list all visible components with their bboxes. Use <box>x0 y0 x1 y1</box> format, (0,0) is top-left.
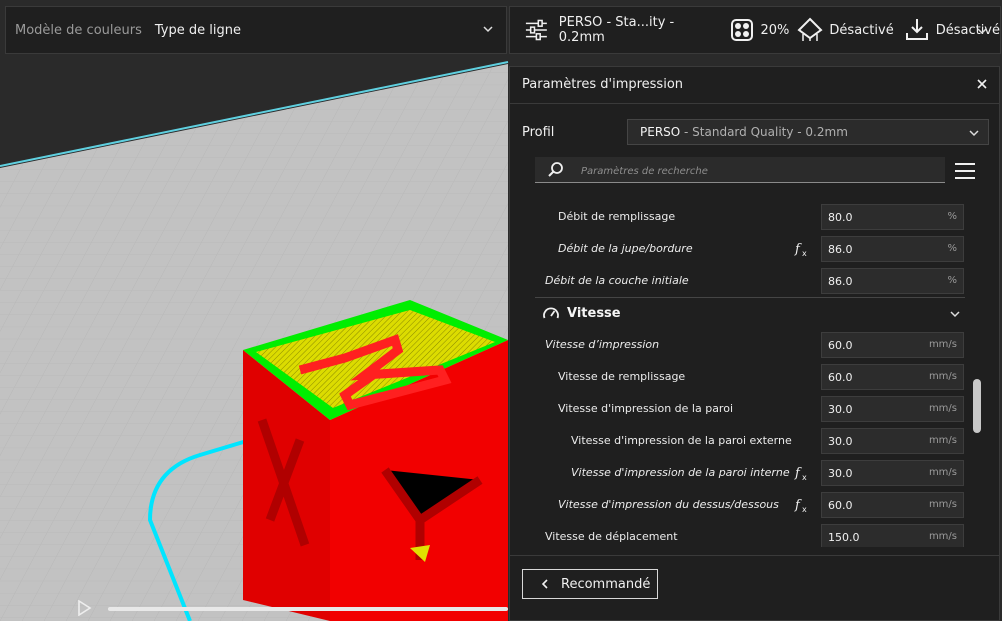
setting-value-field[interactable]: 86.0% <box>821 268 964 294</box>
layer-slider[interactable] <box>108 607 508 611</box>
section-title: Vitesse <box>567 306 621 321</box>
setting-unit: % <box>947 243 957 254</box>
setting-value-field[interactable]: 86.0% <box>821 236 964 262</box>
setting-row[interactable]: Vitesse d'impression de la paroi externe… <box>510 425 980 457</box>
setting-value-field[interactable]: 30.0 mm/s <box>821 396 964 422</box>
setting-row[interactable]: Débit de la jupe/bordure f x 86.0% <box>510 233 980 265</box>
setting-row[interactable]: Débit de la couche initiale 86.0% <box>510 265 980 297</box>
profile-summary[interactable]: PERSO - Sta...ity - 0.2mm <box>559 15 717 45</box>
search-input[interactable] <box>579 160 933 182</box>
setting-value: 30.0 <box>828 467 853 480</box>
setting-value: 60.0 <box>828 499 853 512</box>
play-icon[interactable] <box>76 600 92 616</box>
settings-scrollbar[interactable] <box>973 379 981 433</box>
svg-text:x: x <box>802 505 807 514</box>
setting-name: Vitesse d’impression <box>545 338 660 351</box>
profile-quality: - Standard Quality - 0.2mm <box>680 125 848 139</box>
panel-header-divider <box>510 103 999 104</box>
chevron-down-icon[interactable] <box>976 25 988 37</box>
setting-value-field[interactable]: 150.0 mm/s <box>821 524 964 547</box>
chevron-down-icon <box>950 311 960 318</box>
setting-value-field[interactable]: 60.0 mm/s <box>821 332 964 358</box>
color-scheme-bar[interactable]: Modèle de couleurs Type de ligne <box>5 6 507 54</box>
infill-icon <box>730 19 753 41</box>
function-icon[interactable]: fx <box>794 496 810 514</box>
function-icon[interactable]: fx <box>794 240 810 258</box>
speedometer-icon <box>543 307 559 319</box>
svg-text:x: x <box>802 249 807 258</box>
setting-unit: mm/s <box>928 403 957 414</box>
setting-unit: mm/s <box>928 339 957 350</box>
setting-name: Vitesse d'impression de la paroi externe <box>571 434 792 447</box>
recommended-button[interactable]: Recommandé <box>522 569 658 599</box>
recommended-label: Recommandé <box>561 576 651 592</box>
setting-row[interactable]: Vitesse d'impression du dessus/dessous f x… <box>510 489 980 521</box>
setting-unit: mm/s <box>928 499 957 510</box>
setting-unit: mm/s <box>928 371 957 382</box>
setting-name: Vitesse d'impression de la paroi <box>558 402 734 415</box>
setting-name: Débit de remplissage <box>558 210 676 223</box>
sliders-icon <box>525 19 547 41</box>
settings-menu-icon[interactable] <box>954 161 976 181</box>
setting-unit: % <box>947 275 957 286</box>
section-speed[interactable]: Vitesse <box>535 297 965 330</box>
svg-text:f: f <box>794 466 802 481</box>
setting-row[interactable]: Vitesse d'impression de la paroi 30.0 mm/s <box>510 393 980 425</box>
setting-row[interactable]: Vitesse de déplacement 150.0 mm/s <box>510 521 980 547</box>
setting-value-field[interactable]: 30.0 mm/s <box>821 428 964 454</box>
setting-value-field[interactable]: 60.0 mm/s <box>821 492 964 518</box>
panel-title: Paramètres d'impression <box>522 77 684 92</box>
setting-value-field[interactable]: 80.0% <box>821 204 964 230</box>
print-settings-panel: Paramètres d'impression Profil PERSO - S… <box>509 66 1000 621</box>
search-icon <box>548 162 563 177</box>
setting-name: Débit de la couche initiale <box>545 274 689 287</box>
setting-row[interactable]: Vitesse de remplissage 60.0 mm/s <box>510 361 980 393</box>
chevron-down-icon[interactable] <box>482 23 494 35</box>
setting-unit: mm/s <box>928 467 957 478</box>
svg-text:f: f <box>794 242 802 257</box>
chevron-down-icon <box>969 130 979 137</box>
profile-label: Profil <box>522 125 555 140</box>
setting-value-field[interactable]: 60.0 mm/s <box>821 364 964 390</box>
setting-name: Vitesse d'impression du dessus/dessous <box>558 498 779 511</box>
adhesion-icon <box>905 19 928 40</box>
setting-value: 86.0 <box>828 243 853 256</box>
setting-value: 30.0 <box>828 435 853 448</box>
svg-text:f: f <box>794 498 802 513</box>
setting-unit: mm/s <box>928 531 957 542</box>
setting-value: 86.0 <box>828 275 853 288</box>
setting-value-field[interactable]: 30.0 mm/s <box>821 460 964 486</box>
color-scheme-select[interactable]: Type de ligne <box>155 23 241 38</box>
setting-name: Débit de la jupe/bordure <box>558 242 693 255</box>
function-icon[interactable]: fx <box>794 464 810 482</box>
infill-value[interactable]: 20% <box>761 23 790 38</box>
color-scheme-label: Modèle de couleurs <box>15 22 142 38</box>
profile-name: PERSO <box>640 125 681 139</box>
svg-text:x: x <box>802 473 807 482</box>
panel-footer-divider <box>510 555 999 556</box>
setting-value: 30.0 <box>828 403 853 416</box>
setting-row[interactable]: Vitesse d'impression de la paroi interne… <box>510 457 980 489</box>
setting-value: 150.0 <box>828 531 860 544</box>
setting-value: 60.0 <box>828 339 853 352</box>
settings-search[interactable] <box>535 157 945 183</box>
setting-value: 80.0 <box>828 211 853 224</box>
setting-unit: % <box>947 211 957 222</box>
setting-row[interactable]: Débit de remplissage 80.0% <box>510 201 980 233</box>
close-icon[interactable] <box>975 77 989 91</box>
adhesion-value[interactable]: Désactivé <box>936 23 1000 38</box>
setting-row[interactable]: Vitesse d’impression 60.0 mm/s <box>510 329 980 361</box>
setting-name: Vitesse de déplacement <box>545 530 678 543</box>
profile-select[interactable]: PERSO - Standard Quality - 0.2mm <box>627 119 989 145</box>
support-value[interactable]: Désactivé <box>829 23 893 38</box>
settings-list[interactable]: Débit de remplissage 80.0% Débit de la jup… <box>510 201 980 547</box>
print-setup-bar[interactable]: PERSO - Sta...ity - 0.2mm 20% Désactivé … <box>509 6 1001 54</box>
support-icon <box>797 17 823 41</box>
setting-name: Vitesse de remplissage <box>558 370 686 383</box>
chevron-left-icon <box>541 579 548 589</box>
setting-name: Vitesse d'impression de la paroi interne <box>571 466 790 479</box>
setting-value: 60.0 <box>828 371 853 384</box>
setting-unit: mm/s <box>928 435 957 446</box>
